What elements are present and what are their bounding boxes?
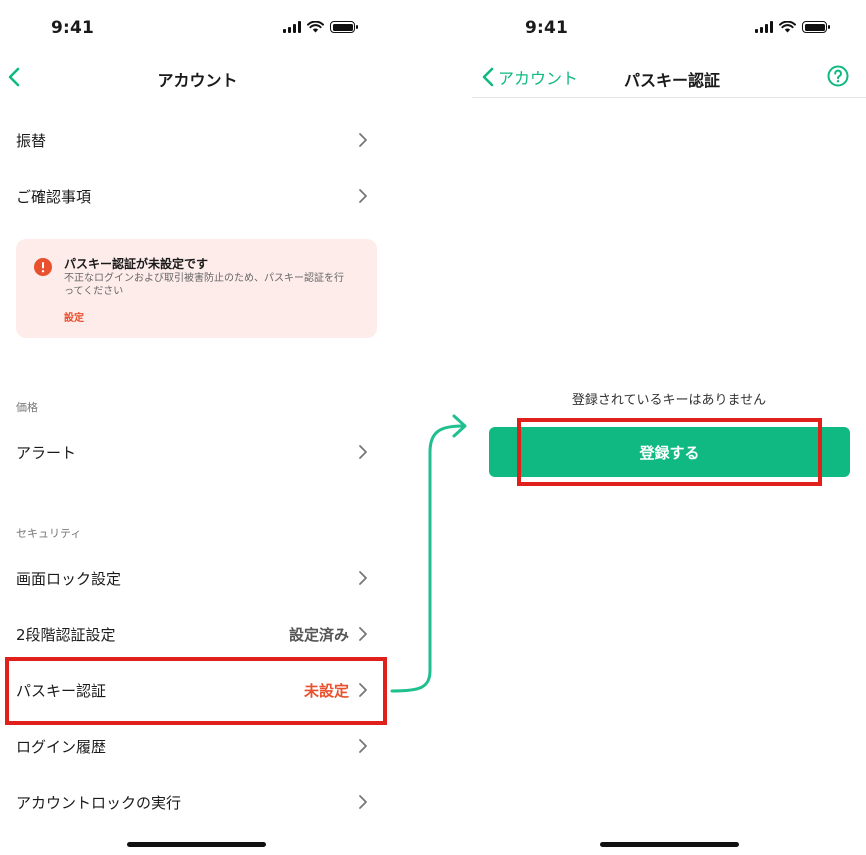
page-title: アカウント [157, 71, 238, 90]
home-indicator [600, 842, 739, 847]
section-header-security: セキュリティ [16, 527, 82, 540]
section-header-price: 価格 [16, 401, 38, 414]
row-label: ご確認事項 [16, 187, 92, 206]
question-circle-icon[interactable] [827, 65, 849, 87]
nav-bar: アカウント [0, 56, 395, 98]
row-label: 2段階認証設定 [16, 625, 116, 644]
list-item-screen-lock[interactable]: 画面ロック設定 [0, 550, 395, 606]
row-label: ログイン履歴 [16, 737, 107, 756]
status-icons [755, 21, 830, 33]
chevron-right-icon [359, 795, 367, 809]
list-item-two-factor[interactable]: 2段階認証設定 設定済み [0, 606, 395, 662]
home-indicator [127, 842, 266, 847]
exclamation-circle-icon [34, 258, 52, 276]
page-title: パスキー認証 [623, 71, 720, 90]
chevron-left-icon [482, 67, 494, 87]
nav-bar: アカウント パスキー認証 [472, 56, 866, 98]
list-item-transfer[interactable]: 振替 [0, 112, 395, 168]
two-factor-status: 設定済み [288, 625, 349, 644]
status-icons [283, 21, 358, 33]
row-label: アラート [16, 443, 77, 462]
status-time: 9:41 [525, 18, 569, 38]
back-button-label: アカウント [498, 69, 579, 88]
flow-arrow-icon [390, 414, 467, 693]
signal-icon [755, 21, 773, 33]
row-label: 振替 [16, 131, 47, 150]
register-button[interactable]: 登録する [489, 427, 850, 477]
wifi-icon [779, 21, 796, 33]
chevron-right-icon [359, 445, 367, 459]
passkey-status: 未設定 [303, 681, 349, 700]
alert-body: 不正なログインおよび取引被害防止のため、パスキー認証を行ってください [64, 273, 344, 297]
status-time: 9:41 [51, 18, 95, 38]
register-button-label: 登録する [639, 443, 700, 462]
back-button[interactable]: アカウント [480, 64, 578, 90]
battery-icon [330, 21, 358, 33]
chevron-right-icon [359, 739, 367, 753]
battery-icon [802, 21, 830, 33]
account-screen: 9:41 アカウント 振替 ご確認事項 パスキー認証が未設定です 不正なログイン… [0, 0, 395, 855]
list-item-account-lock[interactable]: アカウントロックの実行 [0, 774, 395, 830]
list-item-confirmations[interactable]: ご確認事項 [0, 168, 395, 224]
list-item-passkey[interactable]: パスキー認証 未設定 [0, 662, 395, 718]
list-item-alert[interactable]: アラート [0, 424, 395, 480]
chevron-right-icon [359, 571, 367, 585]
status-bar: 9:41 [0, 0, 395, 56]
alert-title: パスキー認証が未設定です [64, 257, 209, 271]
signal-icon [283, 21, 301, 33]
status-bar: 9:41 [472, 0, 866, 56]
passkey-alert-card: パスキー認証が未設定です 不正なログインおよび取引被害防止のため、パスキー認証を… [16, 239, 377, 338]
chevron-right-icon [359, 133, 367, 147]
list-item-login-history[interactable]: ログイン履歴 [0, 718, 395, 774]
alert-setup-link[interactable]: 設定 [64, 309, 84, 324]
wifi-icon [307, 21, 324, 33]
chevron-right-icon [359, 683, 367, 697]
row-label: アカウントロックの実行 [16, 793, 182, 812]
row-label: パスキー認証 [16, 681, 107, 700]
empty-keys-message: 登録されているキーはありません [571, 393, 767, 408]
chevron-right-icon [359, 627, 367, 641]
row-label: 画面ロック設定 [16, 569, 122, 588]
chevron-right-icon [359, 189, 367, 203]
